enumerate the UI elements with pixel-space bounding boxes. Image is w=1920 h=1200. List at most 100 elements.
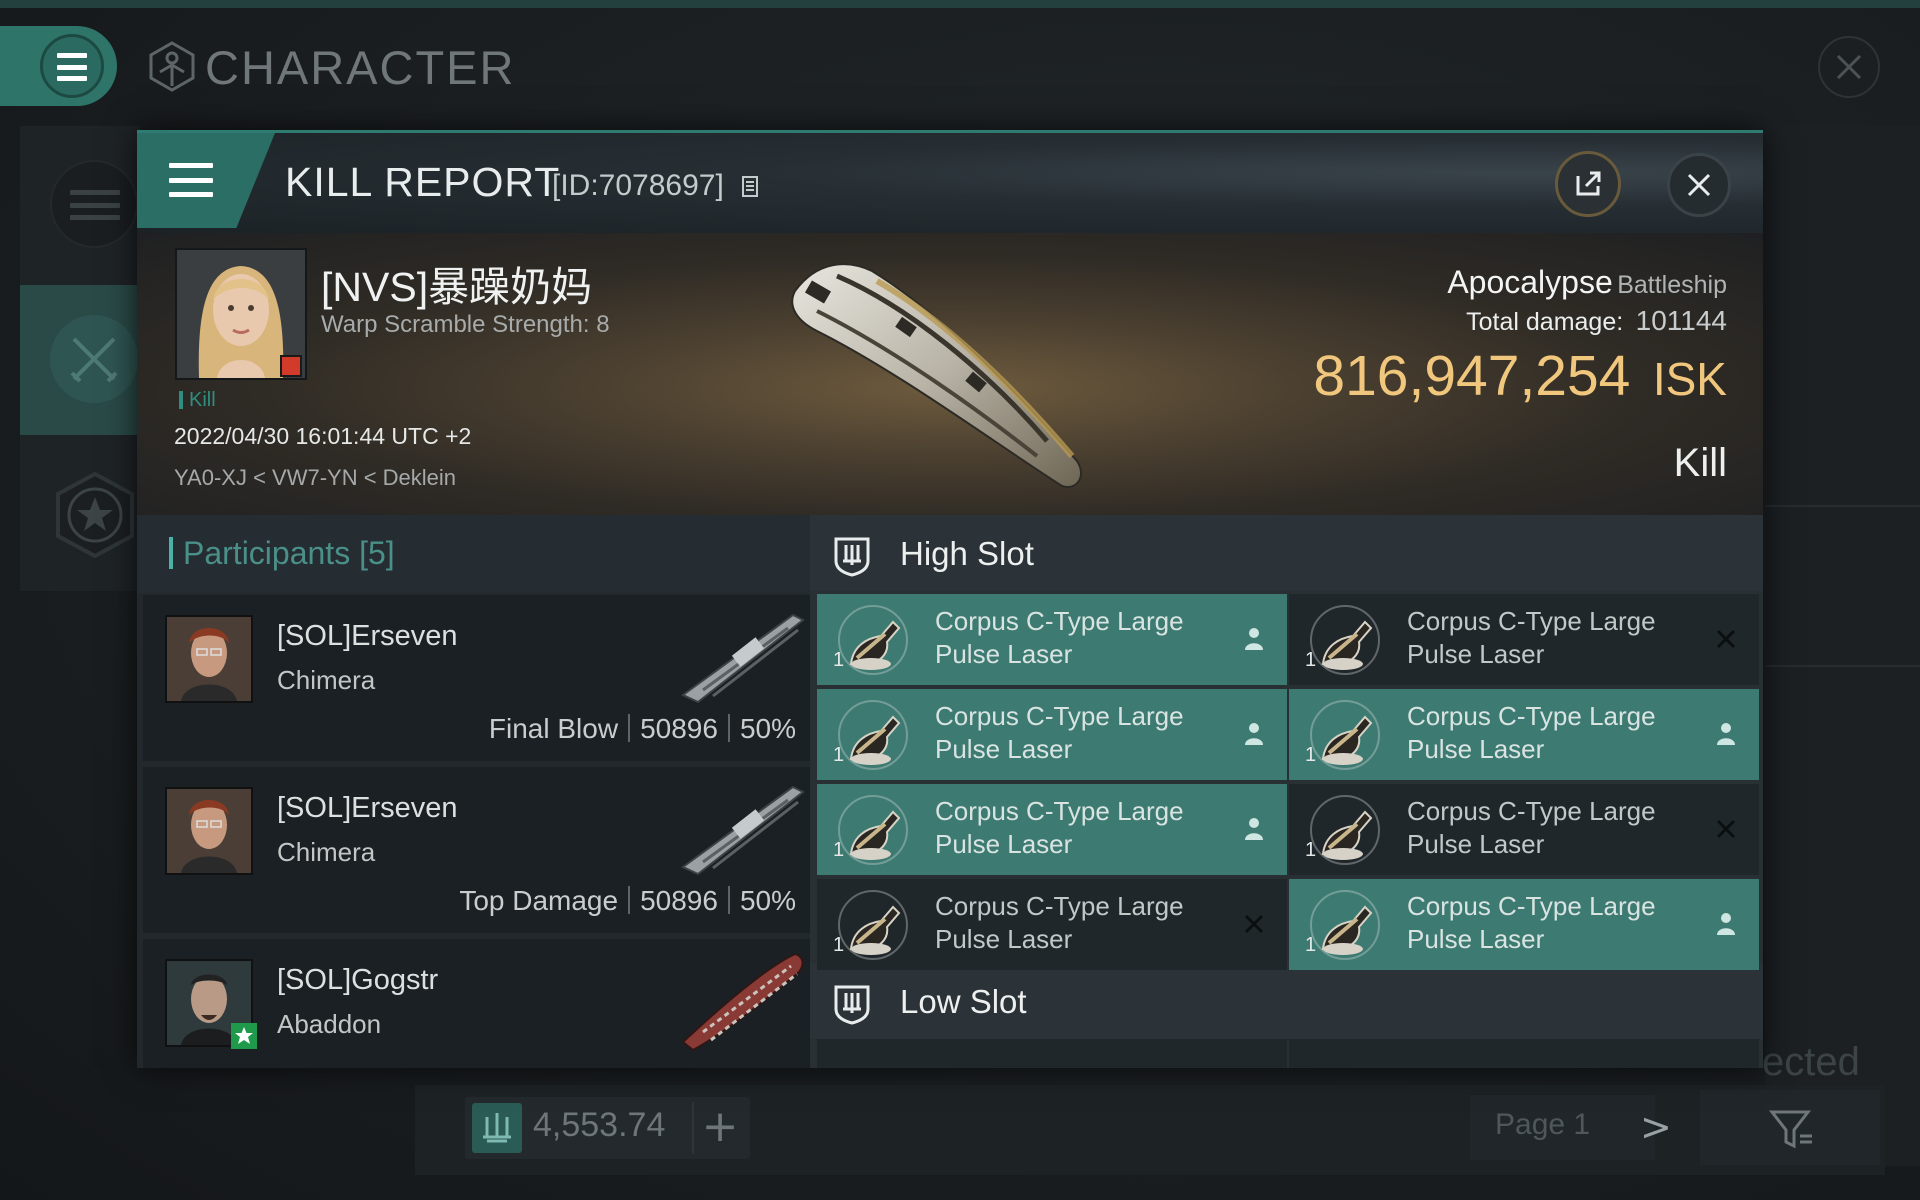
top-border <box>0 0 1920 8</box>
high-slot-title: High Slot <box>900 535 1034 572</box>
module-name: Corpus C-Type Large Pulse Laser <box>1407 701 1656 764</box>
low-slot-title: Low Slot <box>900 983 1027 1020</box>
pilot-icon <box>1245 818 1263 840</box>
participant-ship: Chimera <box>277 665 376 695</box>
divider <box>727 886 730 914</box>
slot-icon <box>834 537 870 577</box>
divider <box>1765 665 1920 667</box>
slot-module[interactable]: 1 Corpus C-Type Large Pulse Laser <box>817 689 1287 780</box>
slot-module[interactable]: 1 Corpus C-Type Large Pulse Laser <box>817 879 1287 970</box>
participant-row[interactable]: [SOL]Gogstr Abaddon <box>143 939 810 1068</box>
star-icon <box>231 1023 257 1049</box>
slot-module-partial[interactable] <box>817 1039 1287 1068</box>
participant-name[interactable]: [SOL]Erseven <box>277 620 458 653</box>
kill-tag: Kill <box>179 389 216 412</box>
slot-module[interactable]: 1 Corpus C-Type Large Pulse Laser <box>1289 784 1759 875</box>
participant-role: Final Blow <box>488 713 619 744</box>
participant-portrait <box>165 787 253 875</box>
participant-percent: 50% <box>739 713 796 744</box>
wallet-value: 4,553.74 <box>533 1106 666 1144</box>
module-name: Corpus C-Type Large Pulse Laser <box>1407 796 1656 859</box>
slot-module[interactable]: 1 Corpus C-Type Large Pulse Laser <box>817 594 1287 685</box>
slot-module[interactable]: 1 Corpus C-Type Large Pulse Laser <box>1289 689 1759 780</box>
slot-icon <box>834 985 870 1025</box>
laser-module-icon <box>1310 700 1380 770</box>
destroyed-icon <box>1244 914 1264 934</box>
kill-report-id: [ID:7078697] <box>552 169 724 202</box>
close-icon <box>1687 173 1711 197</box>
pilot-icon <box>1717 913 1735 935</box>
participant-portrait <box>165 615 253 703</box>
filter-button[interactable] <box>1700 1090 1880 1165</box>
divider <box>1765 505 1920 507</box>
page-label: Page 1 <box>1495 1108 1591 1141</box>
victim-name[interactable]: [NVS]暴躁奶妈 <box>321 253 592 313</box>
slot-module[interactable]: 1 Corpus C-Type Large Pulse Laser <box>1289 879 1759 970</box>
kill-location[interactable]: YA0-XJ < VW7-YN < Deklein <box>174 465 456 491</box>
module-quantity: 1 <box>833 744 845 766</box>
list-icon <box>70 190 120 220</box>
participant-stats: Top Damage 50896 50% <box>459 885 796 917</box>
total-damage-label: Total damage: <box>1466 308 1624 336</box>
sidebar-item-combat[interactable] <box>50 315 138 403</box>
participant-damage: 50896 <box>640 885 718 916</box>
destroyed-icon <box>1716 629 1736 649</box>
participant-row[interactable]: [SOL]Erseven Chimera Final Blow 50896 50% <box>143 595 810 761</box>
module-quantity: 1 <box>1305 649 1317 671</box>
laser-module-icon <box>838 605 908 675</box>
slot-module[interactable]: 1 Corpus C-Type Large Pulse Laser <box>817 784 1287 875</box>
ship-name-row: Apocalypse Battleship <box>1037 264 1727 301</box>
participant-name[interactable]: [SOL]Erseven <box>277 792 458 825</box>
menu-icon <box>57 53 87 81</box>
character-close-button[interactable] <box>1818 36 1880 98</box>
module-quantity: 1 <box>833 934 845 956</box>
module-quantity: 1 <box>1305 934 1317 956</box>
character-menu-button[interactable] <box>0 26 117 106</box>
kill-report-window: KILL REPORT [ID:7078697] [NVS]暴躁奶妈 Warp … <box>137 130 1763 1068</box>
participant-ship-image <box>681 613 805 704</box>
participant-ship-image <box>681 952 804 1052</box>
pilot-icon <box>1245 628 1263 650</box>
kill-report-title: KILL REPORT <box>285 159 561 205</box>
character-icon <box>149 41 195 92</box>
module-name: Corpus C-Type Large Pulse Laser <box>935 891 1184 954</box>
divider <box>628 714 631 742</box>
kill-result: Kill <box>1673 441 1727 485</box>
menu-icon <box>169 163 213 197</box>
share-button[interactable] <box>1555 151 1621 217</box>
participant-name[interactable]: [SOL]Gogstr <box>277 964 438 997</box>
destroyed-icon <box>1716 819 1736 839</box>
filter-icon <box>1768 1110 1812 1149</box>
module-quantity: 1 <box>833 839 845 861</box>
total-damage-value: 101144 <box>1635 305 1727 336</box>
sidebar-item-overview[interactable] <box>50 160 138 248</box>
low-slot-header: Low Slot <box>810 963 1763 1039</box>
divider <box>727 714 730 742</box>
high-slot-header: High Slot <box>810 515 1763 591</box>
ship-name[interactable]: Apocalypse <box>1447 264 1612 300</box>
pilot-icon <box>1717 723 1735 745</box>
module-name: Corpus C-Type Large Pulse Laser <box>1407 606 1656 669</box>
participant-row[interactable]: [SOL]Erseven Chimera Top Damage 50896 50% <box>143 767 810 933</box>
copy-icon[interactable] <box>741 173 761 199</box>
participants-title: Participants [5] <box>169 535 395 572</box>
close-button[interactable] <box>1667 153 1731 217</box>
module-name: Corpus C-Type Large Pulse Laser <box>935 796 1184 859</box>
laser-module-icon <box>838 795 908 865</box>
sidebar-item-rank[interactable] <box>50 470 140 560</box>
laser-module-icon <box>1310 605 1380 675</box>
module-name: Corpus C-Type Large Pulse Laser <box>935 701 1184 764</box>
page-title: CHARACTER <box>205 41 516 94</box>
isk-value: 816,947,254 <box>1313 344 1631 408</box>
next-page-button[interactable]: > <box>1640 1105 1672 1149</box>
background-status-text: ected <box>1762 1040 1860 1084</box>
laser-module-icon <box>838 890 908 960</box>
participant-ship-image <box>681 785 805 876</box>
share-icon <box>1576 171 1601 196</box>
add-funds-button[interactable]: + <box>692 1102 746 1154</box>
laser-module-icon <box>838 700 908 770</box>
slot-module-partial[interactable] <box>1289 1039 1759 1068</box>
module-quantity: 1 <box>1305 839 1317 861</box>
slot-module[interactable]: 1 Corpus C-Type Large Pulse Laser <box>1289 594 1759 685</box>
module-name: Corpus C-Type Large Pulse Laser <box>935 606 1184 669</box>
